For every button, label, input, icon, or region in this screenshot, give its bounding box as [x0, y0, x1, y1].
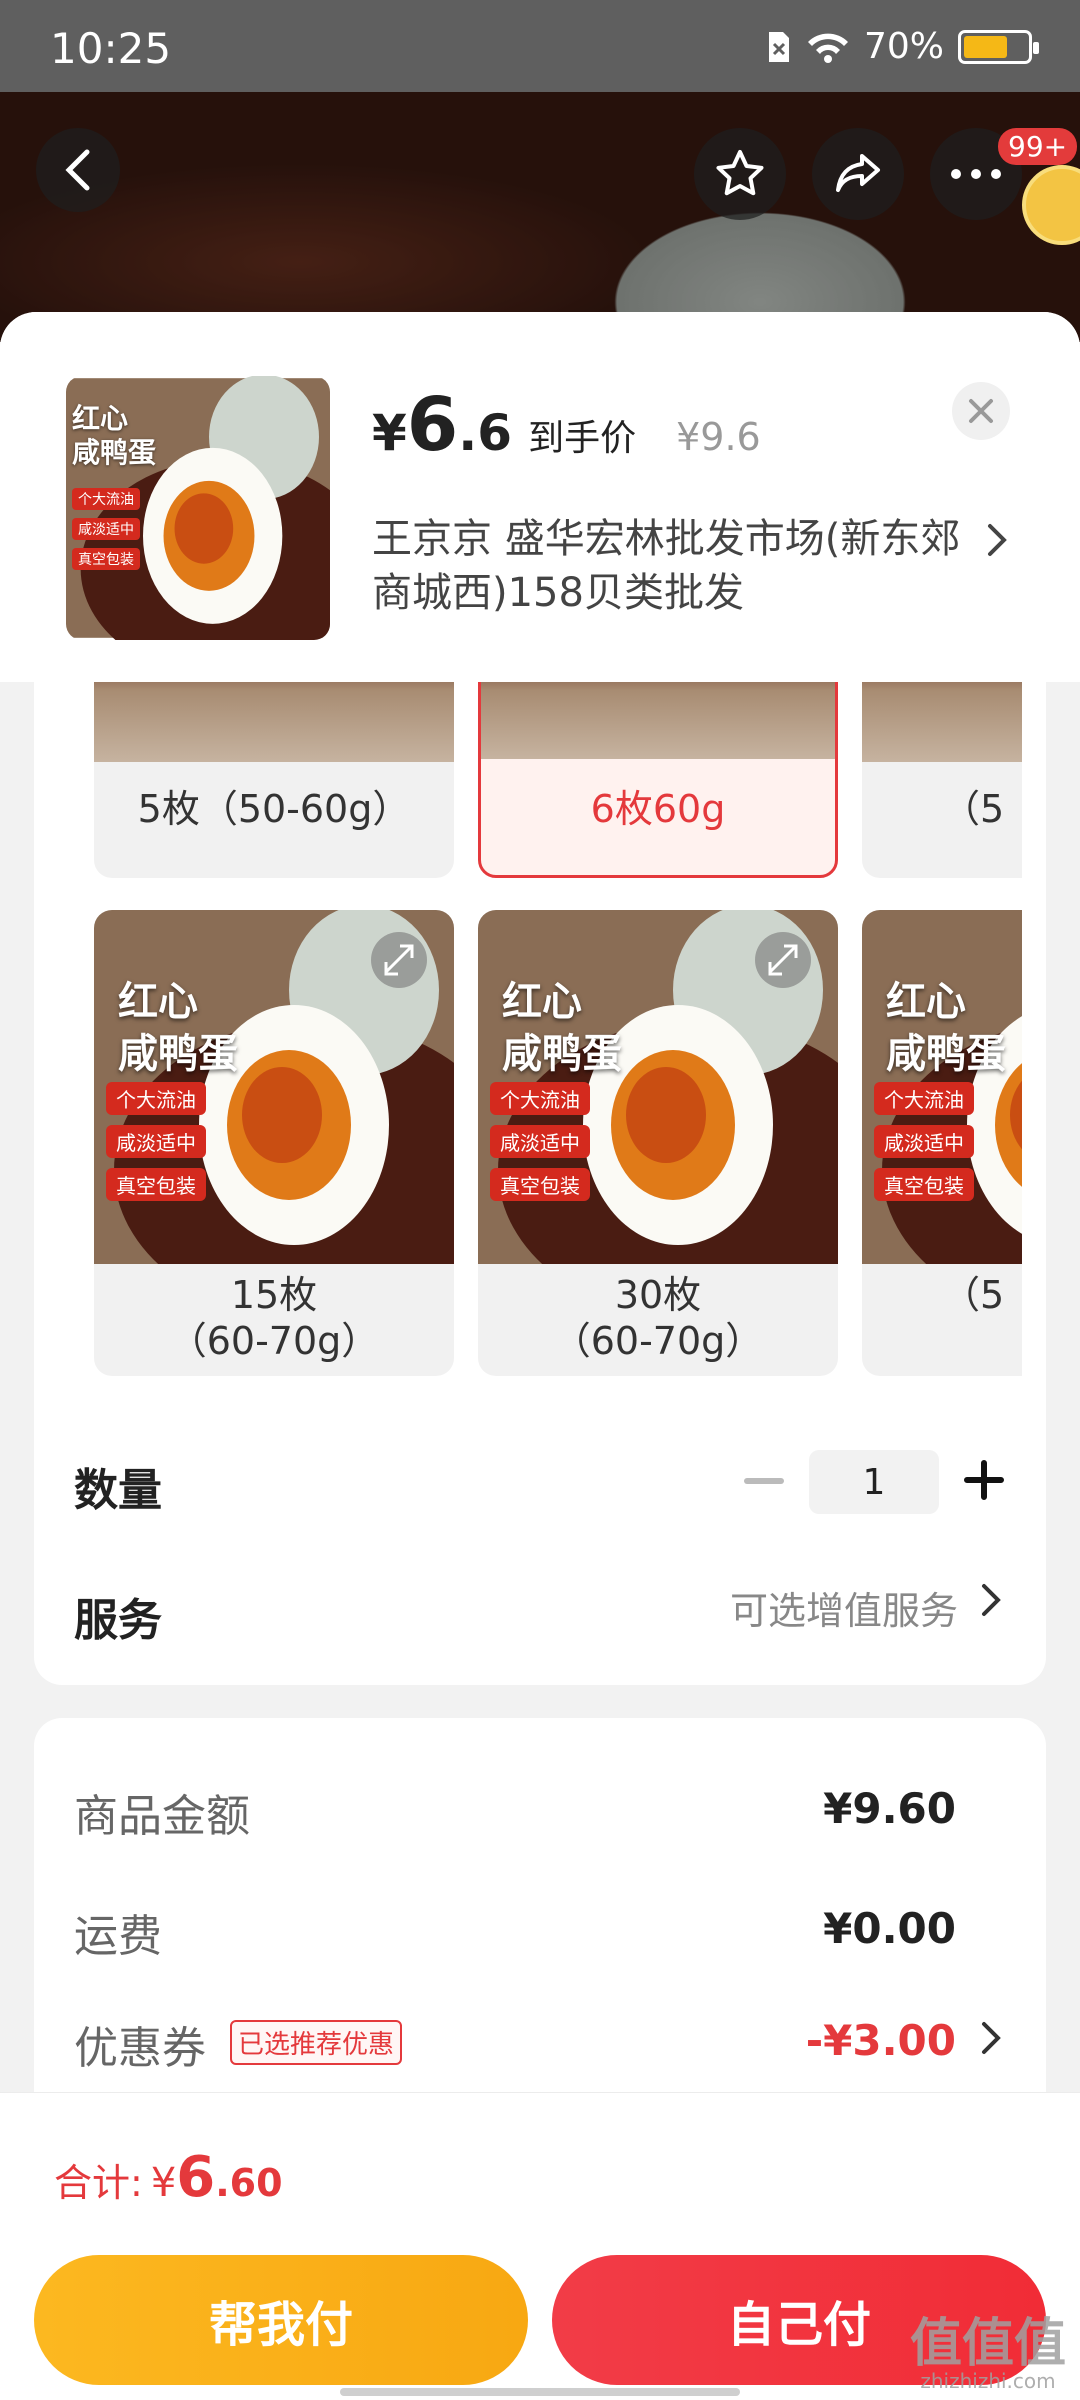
chevron-left-icon [65, 149, 90, 191]
status-time: 10:25 [50, 24, 172, 73]
quantity-input[interactable]: 1 [809, 1450, 939, 1514]
sku-feature-tag: 真空包装 [874, 1168, 974, 1201]
service-label: 服务 [74, 1595, 162, 1646]
help-me-pay-button[interactable]: 帮我付 [34, 2255, 528, 2385]
share-button[interactable] [812, 128, 904, 220]
sku-option-selected[interactable]: 6枚60g [478, 682, 838, 878]
price-currency: ¥ [372, 404, 407, 462]
sku-feature-tag: 咸淡适中 [874, 1125, 974, 1158]
service-selector[interactable]: 可选增值服务 [730, 1580, 958, 1635]
battery-percent: 70% [863, 26, 944, 67]
back-button[interactable] [36, 128, 120, 212]
sku-option[interactable]: 红心 咸鸭蛋 个大流油 咸淡适中 真空包装 （5 [862, 910, 1022, 1376]
sim-icon [768, 31, 789, 62]
total-currency: ¥ [150, 2160, 177, 2206]
final-price-label: 到手价 [528, 418, 637, 459]
watermark-logo: 值值值 [909, 2314, 1066, 2374]
watermark: 值值值 zhizhizhi.com [910, 2318, 1066, 2392]
price-row: ¥ 6 .6 到手价 ¥9.6 [372, 382, 761, 468]
close-icon [969, 399, 993, 423]
total-decimal: .60 [215, 2161, 283, 2205]
sku-option-label: 5枚（50-60g） [137, 787, 411, 831]
sku-image: 红心 咸鸭蛋 个大流油 咸淡适中 真空包装 [478, 910, 838, 1264]
quantity-label: 数量 [74, 1465, 162, 1516]
sku-option[interactable]: 5枚（50-60g） [94, 682, 454, 878]
total-label: 合计: [54, 2161, 143, 2205]
price-decimal: .6 [458, 404, 513, 462]
sku-option[interactable]: 红心 咸鸭蛋 个大流油 咸淡适中 真空包装 30枚 （60-70g） [478, 910, 838, 1376]
sku-row-2: 红心 咸鸭蛋 个大流油 咸淡适中 真空包装 15枚 （60-70g） 红心 咸鸭… [94, 910, 1022, 1376]
sku-feature-tag: 咸淡适中 [106, 1125, 206, 1158]
thumbnail-feature-tag: 咸淡适中 [72, 518, 140, 540]
sku-image: 红心 咸鸭蛋 个大流油 咸淡适中 真空包装 [94, 910, 454, 1264]
sku-feature-tag: 个大流油 [490, 1082, 590, 1115]
sku-image: 红心 咸鸭蛋 个大流油 咸淡适中 真空包装 [862, 910, 1022, 1264]
sku-option-label: 15枚 [230, 1273, 318, 1317]
product-thumbnail: 红心 咸鸭蛋 个大流油 咸淡适中 真空包装 [66, 376, 330, 640]
quantity-decrease-button[interactable] [744, 1478, 784, 1484]
sku-feature-tag: 个大流油 [874, 1082, 974, 1115]
battery-icon [958, 29, 1039, 64]
chevron-right-icon [982, 2022, 1001, 2054]
thumbnail-feature-tag: 真空包装 [72, 548, 140, 570]
original-price: ¥9.6 [676, 415, 761, 459]
sku-image-title-line1: 红心 [886, 979, 966, 1025]
sku-image-title-line2: 咸鸭蛋 [118, 1031, 238, 1077]
sku-option-label: 6枚60g [590, 787, 726, 831]
shipping-value: ¥0.00 [823, 1904, 956, 1953]
sku-option[interactable]: （5 [862, 682, 1022, 878]
sku-option-sublabel: （60-70g） [552, 1319, 764, 1363]
coupon-label: 优惠券 [74, 2023, 206, 2074]
total-price: 合计: ¥ 6 .60 [54, 2145, 283, 2210]
quantity-increase-button[interactable] [964, 1460, 1004, 1500]
coupon-recommended-tag: 已选推荐优惠 [230, 2020, 403, 2065]
sku-image-title-line2: 咸鸭蛋 [502, 1031, 622, 1077]
home-indicator [340, 2388, 740, 2396]
thumbnail-title-line2: 咸鸭蛋 [72, 436, 157, 469]
total-integer: 6 [176, 2145, 216, 2210]
product-hero-image [0, 92, 1080, 342]
sku-option-sublabel: （60-70g） [168, 1319, 380, 1363]
sku-option-label: 30枚 [614, 1273, 702, 1317]
share-icon [836, 154, 880, 192]
options-card: 5枚（50-60g） 6枚60g （5 红心 咸鸭蛋 个大流油 咸淡适中 真空包… [34, 682, 1046, 1685]
thumbnail-title-line1: 红心 [72, 402, 129, 435]
sku-feature-tag: 咸淡适中 [490, 1125, 590, 1158]
sku-image-title-line2: 咸鸭蛋 [886, 1031, 1006, 1077]
star-icon [716, 150, 764, 196]
wifi-icon [807, 33, 848, 63]
shipping-label: 运费 [74, 1911, 162, 1962]
thumbnail-feature-tag: 个大流油 [72, 488, 140, 510]
sku-feature-tag: 个大流油 [106, 1082, 206, 1115]
status-bar: 10:25 70% [0, 0, 1080, 92]
sku-option[interactable]: 红心 咸鸭蛋 个大流油 咸淡适中 真空包装 15枚 （60-70g） [94, 910, 454, 1376]
sku-feature-tag: 真空包装 [490, 1168, 590, 1201]
chevron-right-icon [982, 1584, 1001, 1616]
sku-selection-sheet: 红心 咸鸭蛋 个大流油 咸淡适中 真空包装 ¥ 6 .6 到手价 ¥9.6 王京… [0, 312, 1080, 2400]
more-icon [951, 169, 1001, 179]
shop-name[interactable]: 王京京 盛华宏林批发市场(新东郊商城西)158贝类批发 [372, 512, 972, 620]
sku-option-sublabel: （5 [942, 1273, 1005, 1317]
price-integer: 6 [406, 382, 459, 468]
close-button[interactable] [952, 382, 1010, 440]
coupon-value[interactable]: -¥3.00 [806, 2016, 956, 2065]
sku-image-title-line1: 红心 [118, 979, 198, 1025]
favorite-button[interactable] [694, 128, 786, 220]
goods-amount-value: ¥9.60 [823, 1784, 956, 1833]
watermark-url: zhizhizhi.com [920, 2369, 1056, 2393]
message-count-badge: 99+ [998, 128, 1078, 165]
sku-feature-tag: 真空包装 [106, 1168, 206, 1201]
goods-amount-label: 商品金额 [74, 1791, 250, 1842]
chevron-right-icon [988, 524, 1007, 556]
sku-option-label: （5 [942, 787, 1005, 831]
sku-image-title-line1: 红心 [502, 979, 582, 1025]
status-icons: 70% [766, 26, 1039, 67]
sku-row-1: 5枚（50-60g） 6枚60g （5 [94, 682, 1022, 892]
sheet-header: 红心 咸鸭蛋 个大流油 咸淡适中 真空包装 ¥ 6 .6 到手价 ¥9.6 王京… [0, 312, 1080, 682]
